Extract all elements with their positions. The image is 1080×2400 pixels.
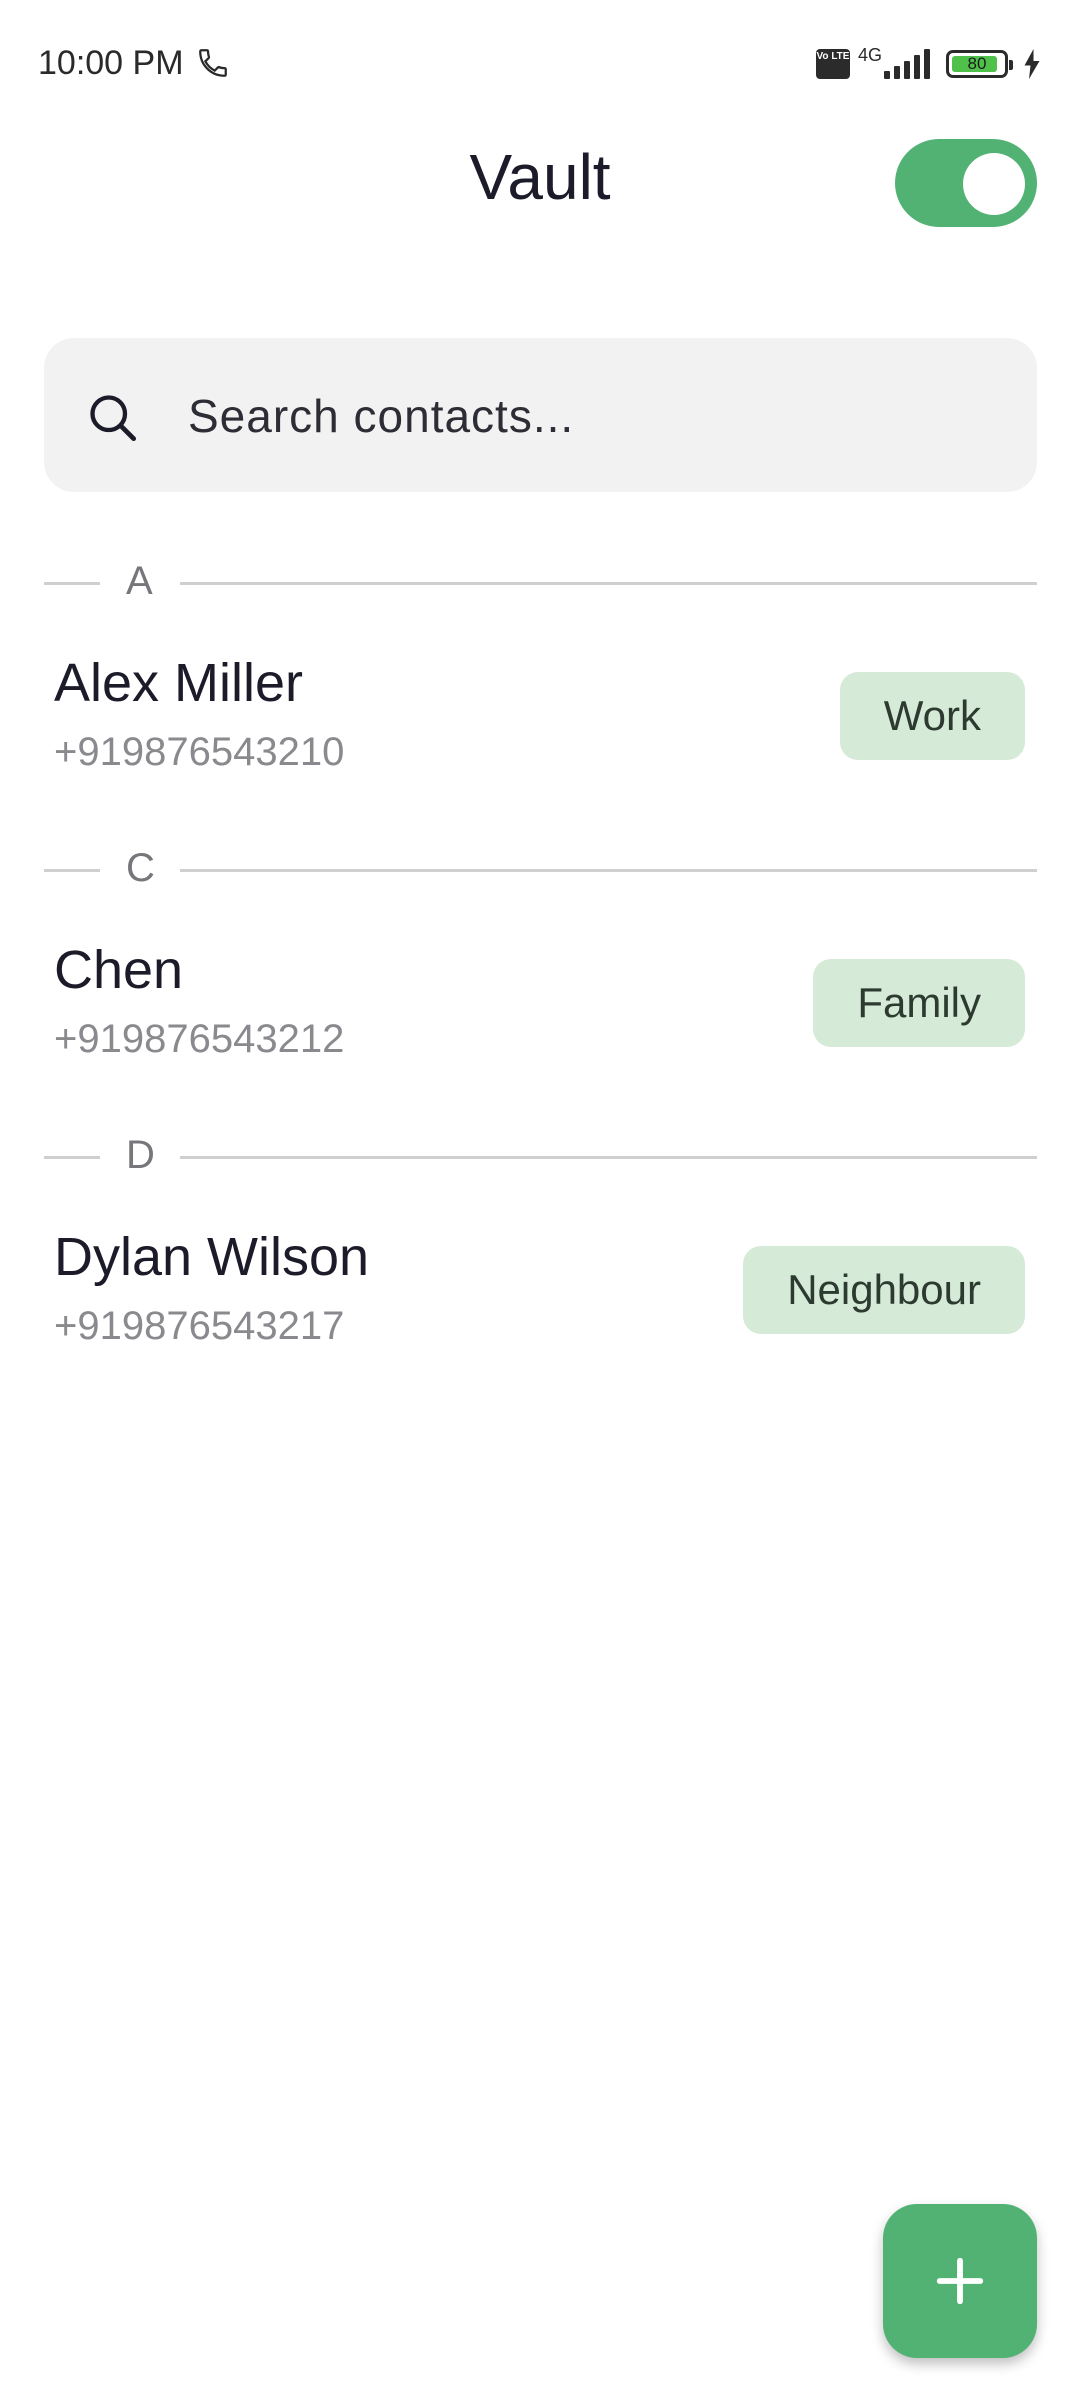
vault-toggle[interactable] — [895, 139, 1037, 227]
contact-tag: Family — [813, 959, 1025, 1047]
divider — [44, 869, 100, 872]
contact-tag: Neighbour — [743, 1246, 1025, 1334]
contact-tag: Work — [839, 672, 1025, 760]
contact-phone: +919876543212 — [54, 1017, 345, 1061]
charging-icon — [1024, 49, 1040, 79]
search-bar[interactable] — [44, 338, 1037, 492]
signal-icon — [884, 49, 930, 79]
section-header-d: D — [44, 1127, 1037, 1187]
contact-name: Alex Miller — [54, 653, 304, 713]
contact-row[interactable]: Alex Miller +919876543210 Work — [44, 652, 1037, 812]
section-header-c: C — [44, 840, 1037, 900]
battery-level: 80 — [967, 54, 987, 73]
section-letter: C — [126, 846, 155, 890]
divider — [180, 1156, 1037, 1159]
network-type: 4G — [857, 44, 882, 65]
contact-row[interactable]: Dylan Wilson +919876543217 Neighbour — [44, 1226, 1037, 1386]
contact-name: Dylan Wilson — [54, 1227, 370, 1287]
section-letter: A — [126, 559, 153, 603]
volte-icon: Vo LTE — [815, 49, 850, 79]
divider — [44, 582, 100, 585]
divider — [180, 582, 1037, 585]
contact-name: Chen — [54, 940, 184, 1000]
battery-icon: 80 — [946, 50, 1013, 78]
status-time: 10:00 PM — [38, 44, 184, 82]
search-icon — [90, 395, 137, 442]
divider — [44, 1156, 100, 1159]
add-contact-button[interactable] — [883, 2204, 1037, 2358]
section-letter: D — [126, 1133, 155, 1177]
search-input[interactable] — [186, 378, 990, 454]
contact-row[interactable]: Chen +919876543212 Family — [44, 939, 1037, 1099]
toggle-knob — [963, 153, 1025, 215]
section-header-a: A — [44, 553, 1037, 613]
divider — [180, 869, 1037, 872]
contact-phone: +919876543217 — [54, 1304, 345, 1348]
status-icons: Vo LTE 4G 80 — [815, 44, 1042, 84]
phone-call-icon — [199, 49, 227, 77]
status-bar: 10:00 PM Vo LTE 4G 80 — [0, 0, 1080, 128]
contact-phone: +919876543210 — [54, 730, 345, 774]
plus-icon — [936, 2257, 984, 2305]
